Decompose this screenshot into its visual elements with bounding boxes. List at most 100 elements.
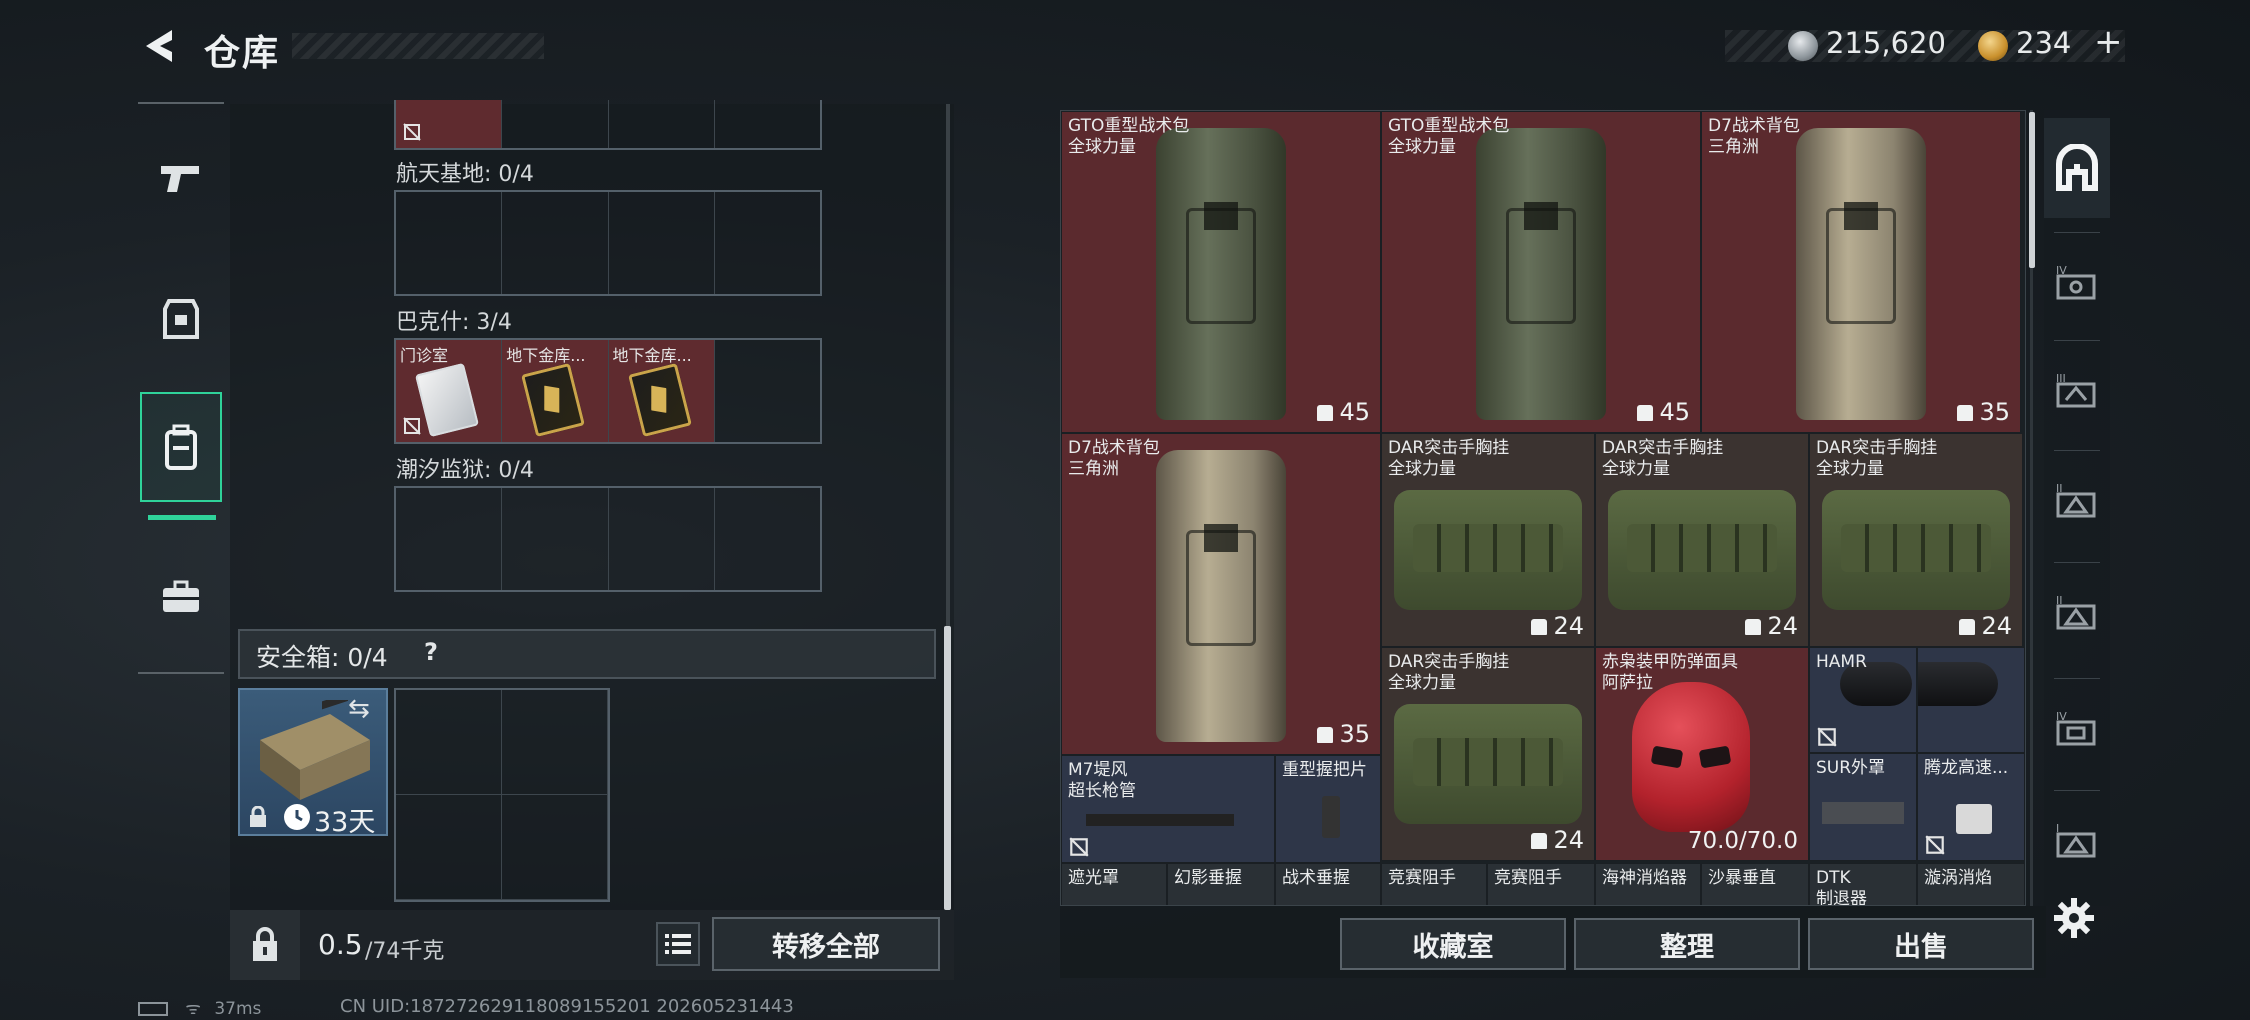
keycard-vault[interactable]: 地下金库...: [608, 340, 715, 442]
keycard-slot[interactable]: [715, 192, 820, 294]
stash-item-dar-vest[interactable]: DAR突击手胸挂 全球力量 24: [1381, 433, 1595, 647]
category-page-1[interactable]: I: [2044, 790, 2110, 890]
stash-item-d7-backpack[interactable]: D7战术背包 三角洲 35: [1061, 433, 1381, 755]
item-capacity-value: 24: [1553, 826, 1584, 854]
capacity-icon: [1317, 405, 1334, 421]
keycard-slot[interactable]: [609, 192, 715, 294]
section-label-aerospace: 航天基地: 0/4: [396, 162, 534, 187]
stash-item-hamr[interactable]: HAMR: [1809, 647, 1917, 753]
silver-coin-icon: [1788, 31, 1818, 61]
item-name: 遮光罩: [1068, 868, 1119, 888]
title-decoration: [292, 33, 544, 59]
stash-item-d7-backpack[interactable]: D7战术背包 三角洲 35: [1701, 111, 2021, 433]
item-name: DAR突击手胸挂 全球力量: [1388, 652, 1510, 693]
safe-box-slot[interactable]: [502, 690, 608, 795]
category-all[interactable]: [2044, 118, 2110, 218]
barrel-image: [1086, 814, 1234, 826]
section-label-tide-prison: 潮汐监狱: 0/4: [396, 458, 534, 483]
armor-icon: [163, 299, 199, 339]
collection-room-button[interactable]: 收藏室: [1340, 918, 1566, 970]
chest-rig-image: [1608, 490, 1796, 610]
stash-item[interactable]: 战术垂握: [1275, 863, 1381, 905]
inventory-scroll-thumb[interactable]: [944, 626, 951, 910]
battery-icon: [138, 1002, 168, 1016]
keycard-slot[interactable]: [502, 100, 609, 148]
sidenav-briefcase[interactable]: [140, 542, 222, 652]
stash-home-icon: [2056, 144, 2098, 191]
stash-item-dar-vest[interactable]: DAR突击手胸挂 全球力量 24: [1809, 433, 2023, 647]
stash-item[interactable]: DTK 制退器: [1809, 863, 1917, 905]
storage-box-icon: IV: [2056, 264, 2096, 300]
stash-item-armored-mask[interactable]: 赤枭装甲防弹面具 阿萨拉 70.0/70.0: [1595, 647, 1809, 861]
keycard-slot[interactable]: [715, 100, 820, 148]
keycard-slot[interactable]: [609, 100, 715, 148]
item-name: 竞赛阻手: [1494, 868, 1562, 888]
stash-item-tenglong[interactable]: 腾龙高速...: [1917, 753, 2025, 861]
item-name: DAR突击手胸挂 全球力量: [1816, 438, 1938, 479]
stash-item-scope-extension[interactable]: [1917, 647, 2025, 753]
vest-capacity-icon: [1531, 619, 1548, 635]
keycard-slot[interactable]: [502, 192, 609, 294]
stash-item[interactable]: 漩涡消焰: [1917, 863, 2025, 905]
storage-box-icon: II: [2056, 482, 2096, 518]
scope-image: [1918, 662, 1998, 706]
stash-item-gto-backpack[interactable]: GTO重型战术包 全球力量 45: [1381, 111, 1701, 433]
stash-item[interactable]: 幻影垂握: [1167, 863, 1275, 905]
stash-item-m7-barrel[interactable]: M7堤风 超长枪管: [1061, 755, 1275, 863]
list-view-button[interactable]: [656, 922, 700, 966]
no-lock-icon: [403, 417, 421, 435]
capacity-icon: [1957, 405, 1974, 421]
stash-item[interactable]: 海神消焰器: [1595, 863, 1701, 905]
keycard-image: [627, 362, 692, 438]
keycard-image: [415, 362, 479, 438]
category-page-4b[interactable]: IV: [2044, 678, 2110, 778]
vest-capacity-icon: [1959, 619, 1976, 635]
category-page-2b[interactable]: II: [2044, 562, 2110, 662]
keycard-vault[interactable]: 地下金库...: [502, 340, 609, 442]
stash-item-gto-backpack[interactable]: GTO重型战术包 全球力量 45: [1061, 111, 1381, 433]
category-page-3a[interactable]: III: [2044, 340, 2110, 440]
keycard-slot[interactable]: [502, 488, 609, 590]
settings-button[interactable]: [2052, 896, 2102, 946]
sidenav-backpack[interactable]: [140, 392, 222, 502]
keycard-slot[interactable]: [715, 488, 820, 590]
section-label-bakhsh: 巴克什: 3/4: [396, 310, 512, 335]
stash-item[interactable]: 竞赛阻手: [1487, 863, 1595, 905]
safe-box-slot[interactable]: [396, 795, 502, 900]
stash-item-dar-vest[interactable]: DAR突击手胸挂 全球力量 24: [1595, 433, 1809, 647]
keycard-clinic[interactable]: 门诊室: [396, 340, 503, 442]
sidenav-weapons[interactable]: [140, 124, 222, 234]
item-capacity-value: 35: [1339, 720, 1370, 748]
safe-box-slot[interactable]: [396, 690, 502, 795]
category-page-2a[interactable]: II: [2044, 450, 2110, 550]
item-name: DAR突击手胸挂 全球力量: [1602, 438, 1724, 479]
item-name: HAMR: [1816, 652, 1867, 672]
sidenav-armor[interactable]: [140, 264, 222, 374]
stash-item[interactable]: 遮光罩: [1061, 863, 1167, 905]
keycard-slot[interactable]: [396, 488, 503, 590]
stash-scroll-thumb[interactable]: [2029, 112, 2035, 268]
sort-button[interactable]: 整理: [1574, 918, 1800, 970]
sell-button[interactable]: 出售: [1808, 918, 2034, 970]
keycard-slot[interactable]: [396, 192, 503, 294]
keycard-slot[interactable]: [715, 340, 820, 442]
stash-item-sur-cover[interactable]: SUR外罩: [1809, 753, 1917, 861]
item-capacity: 24: [1745, 612, 1798, 640]
lock-toggle-button[interactable]: [230, 910, 300, 980]
stash-item-heavy-grip[interactable]: 重型握把片: [1275, 755, 1381, 863]
swap-icon[interactable]: ⇆: [348, 694, 370, 724]
item-name: 竞赛阻手: [1388, 868, 1456, 888]
stash-item-dar-vest[interactable]: DAR突击手胸挂 全球力量 24: [1381, 647, 1595, 861]
stash-item[interactable]: 竞赛阻手: [1381, 863, 1487, 905]
capacity-icon: [1317, 727, 1334, 743]
keycard-slot[interactable]: [396, 100, 503, 148]
back-button[interactable]: [140, 26, 180, 66]
add-currency-button[interactable]: +: [2094, 22, 2123, 62]
stash-item[interactable]: 沙暴垂直: [1701, 863, 1809, 905]
keycard-slot[interactable]: [609, 488, 715, 590]
transfer-all-button[interactable]: 转移全部: [712, 917, 940, 971]
capacity-icon: [1637, 405, 1654, 421]
safe-box-slot[interactable]: [502, 795, 608, 900]
safe-box-help-button[interactable]: ?: [424, 638, 438, 666]
category-page-4a[interactable]: IV: [2044, 232, 2110, 332]
